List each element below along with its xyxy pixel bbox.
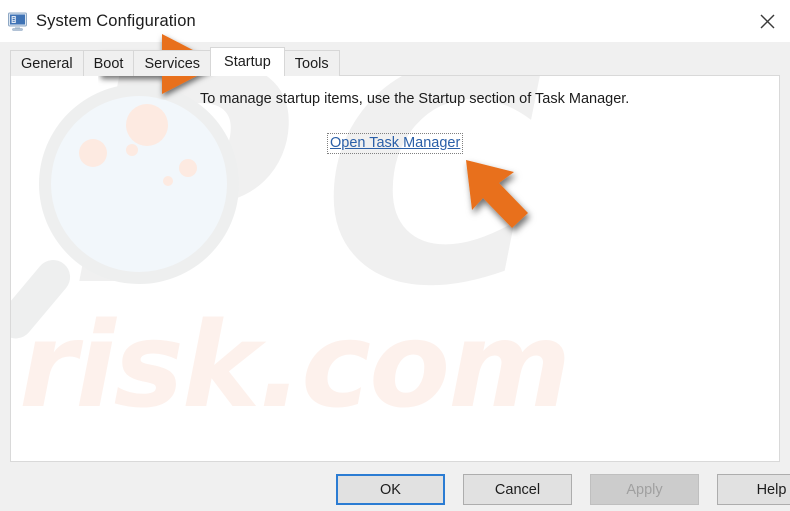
close-icon[interactable]	[744, 0, 790, 42]
tab-tools[interactable]: Tools	[284, 50, 340, 76]
title-bar: System Configuration	[0, 0, 790, 42]
cancel-button[interactable]: Cancel	[463, 474, 572, 505]
tab-list: General Boot Services Startup Tools	[10, 48, 339, 76]
panel-content: To manage startup items, use the Startup…	[11, 76, 779, 461]
startup-tab-panel: PC risk.com To manage startup items, use…	[10, 75, 780, 462]
system-configuration-icon	[7, 11, 28, 32]
open-task-manager-link[interactable]: Open Task Manager	[327, 133, 463, 154]
window-title: System Configuration	[36, 12, 196, 31]
system-configuration-window: System Configuration General Boot Servic…	[0, 0, 790, 511]
tab-startup[interactable]: Startup	[210, 47, 285, 76]
tab-services[interactable]: Services	[133, 50, 211, 76]
ok-button[interactable]: OK	[336, 474, 445, 505]
apply-button: Apply	[590, 474, 699, 505]
tab-boot[interactable]: Boot	[83, 50, 135, 76]
tab-general[interactable]: General	[10, 50, 84, 76]
help-button[interactable]: Help	[717, 474, 790, 505]
startup-description: To manage startup items, use the Startup…	[200, 91, 629, 107]
open-task-manager-wrapper: Open Task Manager	[327, 133, 463, 154]
dialog-button-bar: OK Cancel Apply Help	[336, 474, 790, 505]
tab-strip: General Boot Services Startup Tools	[0, 42, 790, 76]
